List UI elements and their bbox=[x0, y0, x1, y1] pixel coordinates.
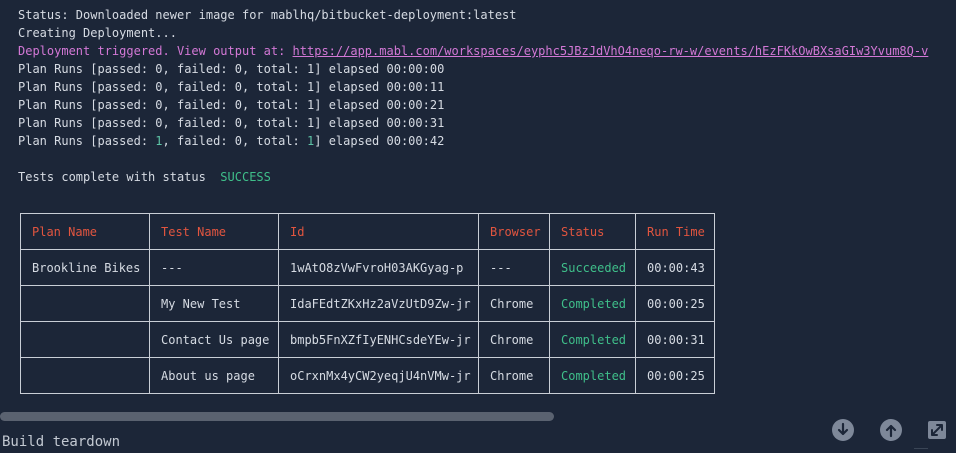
cell-id: oCrxnMx4yCW2yeqjU4nVMw-jr bbox=[278, 357, 479, 394]
col-header-status: Status bbox=[549, 213, 636, 250]
col-header-test-name: Test Name bbox=[149, 213, 279, 250]
cell-plan-name: Brookline Bikes bbox=[20, 249, 150, 286]
plan-run-mid: , failed: 0, total: bbox=[162, 134, 308, 148]
plan-run-passed: 0 bbox=[155, 116, 163, 130]
col-header-plan-name: Plan Name bbox=[20, 213, 150, 250]
table-row: About us page oCrxnMx4yCW2yeqjU4nVMw-jr … bbox=[20, 357, 715, 394]
results-table-wrap: Plan Name Test Name Id Browser Status Ru… bbox=[20, 213, 715, 394]
plan-run-passed: 0 bbox=[155, 80, 163, 94]
plan-run-elapsed: ] elapsed 00:00:42 bbox=[314, 134, 445, 148]
cell-run-time: 00:00:31 bbox=[635, 321, 715, 358]
cell-browser: Chrome bbox=[478, 357, 550, 394]
cell-status: Succeeded bbox=[549, 249, 636, 286]
plan-run-passed: 0 bbox=[155, 98, 163, 112]
plan-run-prefix: Plan Runs [passed: bbox=[18, 134, 156, 148]
results-table: Plan Name Test Name Id Browser Status Ru… bbox=[20, 213, 715, 394]
plan-run-line: Plan Runs [passed: 1, failed: 0, total: … bbox=[18, 132, 938, 150]
cell-test-name: Contact Us page bbox=[149, 321, 279, 358]
tests-complete-line: Tests complete with status SUCCESS bbox=[18, 168, 938, 186]
table-row: My New Test IdaFEdtZKxHz2aVzUtD9Zw-jr Ch… bbox=[20, 285, 715, 322]
arrow-down-circle-icon[interactable] bbox=[832, 419, 854, 441]
log-status-line: Status: Downloaded newer image for mablh… bbox=[18, 8, 517, 22]
cell-plan-name bbox=[20, 285, 150, 322]
cell-run-time: 00:00:25 bbox=[635, 357, 715, 394]
cell-test-name: My New Test bbox=[149, 285, 279, 322]
horizontal-scrollbar-thumb[interactable] bbox=[0, 412, 554, 421]
plan-run-elapsed: ] elapsed 00:00:31 bbox=[314, 116, 445, 130]
plan-run-elapsed: ] elapsed 00:00:00 bbox=[314, 62, 445, 76]
table-header-row: Plan Name Test Name Id Browser Status Ru… bbox=[20, 213, 715, 250]
plan-run-line: Plan Runs [passed: 0, failed: 0, total: … bbox=[18, 78, 938, 96]
log-creating-line: Creating Deployment... bbox=[18, 26, 177, 40]
cell-status: Completed bbox=[549, 285, 636, 322]
cell-browser: --- bbox=[478, 249, 550, 286]
build-log: · Status: Downloaded newer image for mab… bbox=[18, 0, 938, 186]
col-header-run-time: Run Time bbox=[635, 213, 715, 250]
col-header-id: Id bbox=[278, 213, 479, 250]
plan-run-mid: , failed: 0, total: bbox=[162, 80, 308, 94]
table-row: Brookline Bikes --- 1wAtO8zVwFvroH03AKGy… bbox=[20, 249, 715, 286]
deployment-output-link[interactable]: https://app.mabl.com/workspaces/eyphc5JB… bbox=[293, 44, 929, 58]
cell-plan-name bbox=[20, 357, 150, 394]
plan-run-prefix: Plan Runs [passed: bbox=[18, 98, 156, 112]
divider bbox=[914, 448, 928, 449]
log-triggered-line: Deployment triggered. View output at: ht… bbox=[18, 42, 938, 60]
cell-id: 1wAtO8zVwFvroH03AKGyag-p bbox=[278, 249, 479, 286]
cell-run-time: 00:00:43 bbox=[635, 249, 715, 286]
plan-run-elapsed: ] elapsed 00:00:21 bbox=[314, 98, 445, 112]
build-step-label: Build teardown bbox=[2, 434, 121, 450]
plan-run-mid: , failed: 0, total: bbox=[162, 62, 308, 76]
cell-id: IdaFEdtZKxHz2aVzUtD9Zw-jr bbox=[278, 285, 479, 322]
plan-run-mid: , failed: 0, total: bbox=[162, 98, 308, 112]
plan-run-prefix: Plan Runs [passed: bbox=[18, 116, 156, 130]
cell-run-time: 00:00:25 bbox=[635, 285, 715, 322]
plan-run-mid: , failed: 0, total: bbox=[162, 116, 308, 130]
plan-run-passed: 0 bbox=[155, 62, 163, 76]
plan-run-prefix: Plan Runs [passed: bbox=[18, 62, 156, 76]
plan-run-passed: 1 bbox=[155, 134, 163, 148]
log-triggered-prefix: Deployment triggered. View output at: bbox=[18, 44, 293, 58]
cell-test-name: --- bbox=[149, 249, 279, 286]
cell-browser: Chrome bbox=[478, 285, 550, 322]
plan-run-line: Plan Runs [passed: 0, failed: 0, total: … bbox=[18, 114, 938, 132]
plan-run-line: Plan Runs [passed: 0, failed: 0, total: … bbox=[18, 96, 938, 114]
cell-id: bmpb5FnXZfIyENHCsdeYEw-jr bbox=[278, 321, 479, 358]
cell-status: Completed bbox=[549, 321, 636, 358]
plan-run-elapsed: ] elapsed 00:00:11 bbox=[314, 80, 445, 94]
tests-complete-status: SUCCESS bbox=[220, 170, 271, 184]
cell-plan-name bbox=[20, 321, 150, 358]
cell-test-name: About us page bbox=[149, 357, 279, 394]
plan-run-line: Plan Runs [passed: 0, failed: 0, total: … bbox=[18, 60, 938, 78]
tests-complete-text: Tests complete with status bbox=[18, 170, 206, 184]
plan-run-prefix: Plan Runs [passed: bbox=[18, 80, 156, 94]
horizontal-scrollbar[interactable] bbox=[0, 412, 956, 421]
table-row: Contact Us page bmpb5FnXZfIyENHCsdeYEw-j… bbox=[20, 321, 715, 358]
col-header-browser: Browser bbox=[478, 213, 550, 250]
cell-status: Completed bbox=[549, 357, 636, 394]
arrow-up-circle-icon[interactable] bbox=[880, 419, 902, 441]
cell-browser: Chrome bbox=[478, 321, 550, 358]
expand-icon[interactable] bbox=[926, 419, 948, 441]
